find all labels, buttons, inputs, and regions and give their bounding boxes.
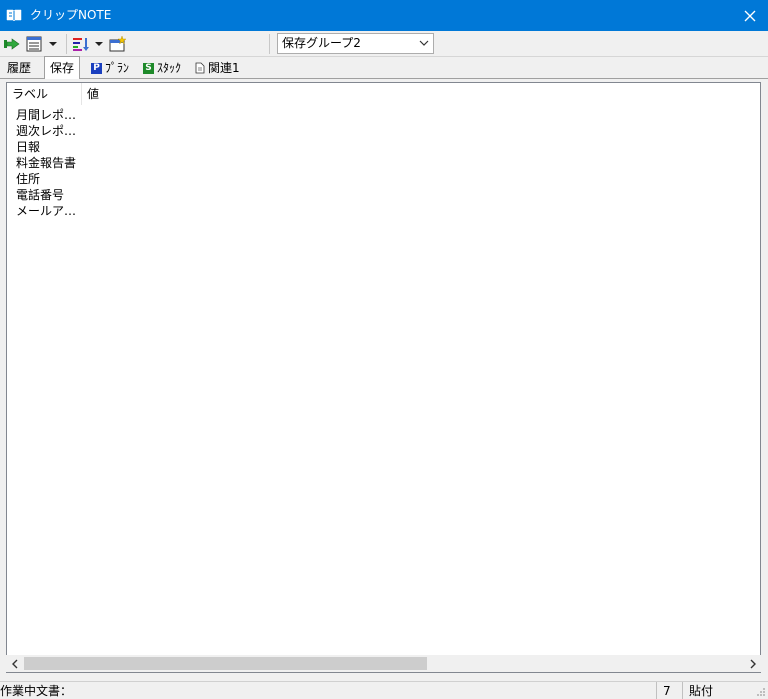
item-label: 電話番号 xyxy=(16,188,65,202)
item-label: 住所 xyxy=(16,172,41,186)
list-item[interactable]: 週次レポート xyxy=(7,123,760,139)
tab-label: ﾌﾟﾗﾝ xyxy=(105,61,130,75)
pin-button[interactable] xyxy=(3,35,21,53)
tab-label: ｽﾀｯｸ xyxy=(157,61,182,75)
status-text: 作業中文書： xyxy=(0,684,73,698)
sort-icon xyxy=(73,38,89,51)
column-header-value[interactable]: 値 xyxy=(82,83,762,105)
chevron-down-icon xyxy=(49,42,57,46)
list-item[interactable]: 料金報告書 xyxy=(7,155,760,171)
new-clip-button[interactable] xyxy=(109,35,127,53)
horizontal-scrollbar[interactable] xyxy=(6,655,761,672)
status-bar: 作業中文書： 7 貼付 xyxy=(0,681,768,699)
list-view-icon xyxy=(26,36,42,52)
list-item[interactable]: 月間レポート xyxy=(7,107,760,123)
scroll-thumb[interactable] xyxy=(24,657,427,670)
view-button[interactable] xyxy=(26,35,58,53)
list-item[interactable]: メールアドレス xyxy=(7,203,760,219)
plan-icon: P xyxy=(91,62,102,74)
stack-icon: S xyxy=(143,62,154,74)
item-label: メールアドレス xyxy=(16,204,80,218)
close-icon xyxy=(744,10,756,21)
chevron-down-icon xyxy=(95,42,103,46)
item-label: 週次レポート xyxy=(16,124,80,138)
list-item[interactable]: 電話番号 xyxy=(7,187,760,203)
status-mode: 貼付 xyxy=(682,682,744,699)
item-label: 料金報告書 xyxy=(16,156,77,170)
window-title: クリップNOTE xyxy=(30,8,112,22)
tab-label: 履歴 xyxy=(7,61,32,75)
list-header: ラベル 値 xyxy=(7,83,760,105)
chevron-left-icon xyxy=(11,659,17,668)
sort-button[interactable] xyxy=(72,35,104,53)
toolbar-separator xyxy=(269,34,270,54)
item-label: 月間レポート xyxy=(16,108,80,122)
saved-clips-list[interactable]: ラベル 値 月間レポート 週次レポート 日報 料金報告書 住所 電話番号 メール… xyxy=(6,82,761,673)
item-label: 日報 xyxy=(16,140,41,154)
scroll-right-button[interactable] xyxy=(744,655,761,672)
group-select[interactable]: 保存グループ2 xyxy=(277,33,434,54)
chevron-right-icon xyxy=(750,659,756,668)
scroll-left-button[interactable] xyxy=(6,655,23,672)
resize-grip-icon[interactable] xyxy=(756,687,766,697)
column-header-label[interactable]: ラベル xyxy=(7,83,82,105)
status-count: 7 xyxy=(656,682,682,699)
document-icon xyxy=(195,62,205,74)
toolbar-separator xyxy=(66,34,67,54)
tab-stack[interactable]: S ｽﾀｯｸ xyxy=(138,58,186,78)
list-item[interactable]: 住所 xyxy=(7,171,760,187)
group-select-value: 保存グループ2 xyxy=(282,36,361,50)
pin-icon xyxy=(4,38,20,50)
tab-label: 保存 xyxy=(50,61,75,75)
tab-bar: 履歴 保存 P ﾌﾟﾗﾝ S ｽﾀｯｸ 関連1 xyxy=(0,56,768,79)
tab-history[interactable]: 履歴 xyxy=(2,58,36,78)
chevron-down-icon xyxy=(419,40,429,46)
tab-label: 関連1 xyxy=(208,61,240,75)
new-note-icon xyxy=(109,36,127,52)
list-item[interactable]: 日報 xyxy=(7,139,760,155)
tab-related[interactable]: 関連1 xyxy=(190,58,245,78)
title-bar: クリップNOTE xyxy=(0,0,768,31)
close-button[interactable] xyxy=(732,0,768,31)
tab-plan[interactable]: P ﾌﾟﾗﾝ xyxy=(86,58,134,78)
tab-saved[interactable]: 保存 xyxy=(44,56,81,79)
notebook-icon xyxy=(6,9,22,22)
